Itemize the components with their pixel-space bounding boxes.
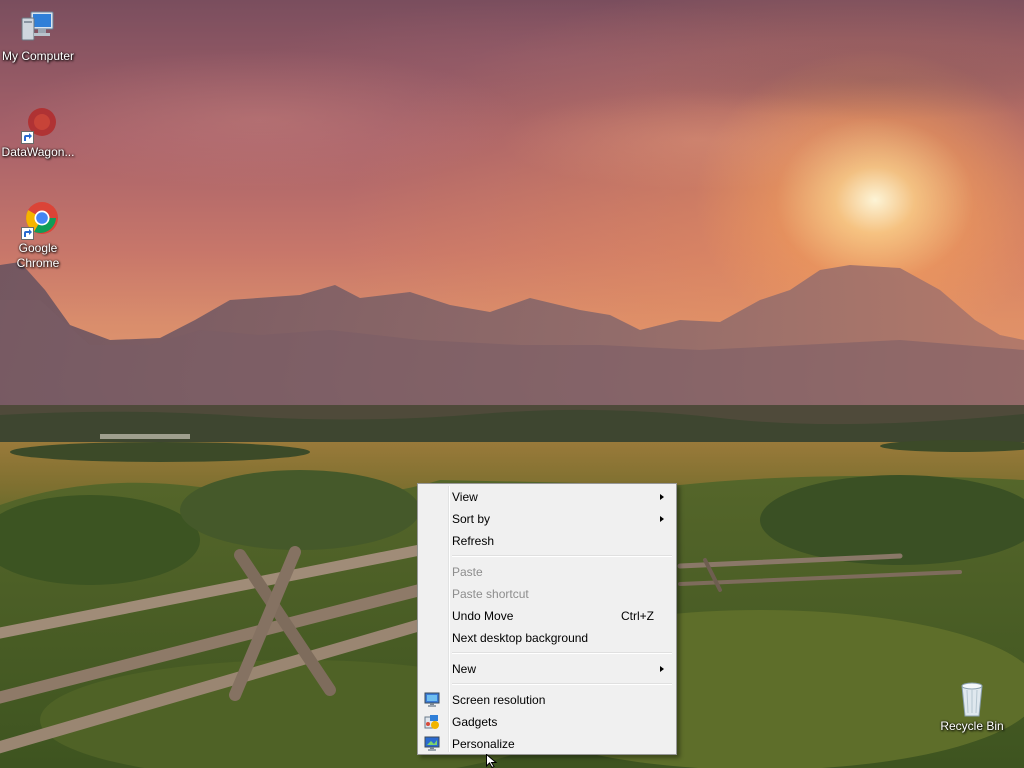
desktop-icon-label: DataWagon... bbox=[1, 145, 75, 159]
menu-item-sort-by[interactable]: Sort by bbox=[420, 508, 674, 530]
menu-item-personalize[interactable]: Personalize bbox=[420, 733, 674, 755]
menu-item-undo-move[interactable]: Undo Move Ctrl+Z bbox=[420, 605, 674, 627]
menu-item-screen-resolution[interactable]: Screen resolution bbox=[420, 689, 674, 711]
submenu-arrow-icon bbox=[660, 666, 664, 672]
screen-resolution-icon bbox=[424, 692, 440, 708]
datawagon-shortcut-icon bbox=[18, 104, 58, 144]
desktop-context-menu: View Sort by Refresh Paste Paste shortcu… bbox=[417, 483, 677, 755]
submenu-arrow-icon bbox=[660, 494, 664, 500]
desktop-icon-google-chrome[interactable]: Google Chrome bbox=[0, 200, 76, 271]
computer-icon bbox=[18, 8, 58, 48]
gadgets-icon bbox=[424, 714, 440, 730]
menu-item-new[interactable]: New bbox=[420, 658, 674, 680]
desktop-icon-label: My Computer bbox=[1, 49, 75, 63]
menu-item-next-desktop-background[interactable]: Next desktop background bbox=[420, 627, 674, 649]
desktop-icon-label: Google Chrome bbox=[16, 241, 60, 270]
menu-separator bbox=[452, 652, 672, 654]
desktop-icon-label: Recycle Bin bbox=[940, 719, 1004, 733]
menu-separator bbox=[452, 683, 672, 685]
menu-separator bbox=[452, 555, 672, 557]
menu-item-label: New bbox=[452, 662, 477, 676]
menu-item-label: Personalize bbox=[452, 737, 515, 751]
menu-item-label: Paste shortcut bbox=[452, 587, 529, 601]
menu-item-label: Paste bbox=[452, 565, 483, 579]
menu-item-label: Refresh bbox=[452, 534, 495, 548]
shortcut-arrow-icon bbox=[21, 131, 34, 144]
menu-item-label: Undo Move bbox=[452, 609, 514, 623]
menu-item-refresh[interactable]: Refresh bbox=[420, 530, 674, 552]
chrome-icon bbox=[18, 200, 58, 240]
menu-item-label: Screen resolution bbox=[452, 693, 546, 707]
personalize-icon bbox=[424, 736, 440, 752]
desktop-icon-my-computer[interactable]: My Computer bbox=[0, 8, 76, 64]
menu-item-shortcut: Ctrl+Z bbox=[621, 609, 654, 623]
desktop[interactable]: My Computer DataWagon... Google Chrome R… bbox=[0, 0, 1024, 768]
menu-item-gadgets[interactable]: Gadgets bbox=[420, 711, 674, 733]
shortcut-arrow-icon bbox=[21, 227, 34, 240]
menu-item-paste-shortcut[interactable]: Paste shortcut bbox=[420, 583, 674, 605]
menu-item-label: Next desktop background bbox=[452, 631, 589, 645]
menu-item-label: Gadgets bbox=[452, 715, 498, 729]
menu-item-view[interactable]: View bbox=[420, 486, 674, 508]
menu-item-paste[interactable]: Paste bbox=[420, 561, 674, 583]
recycle-bin-icon bbox=[952, 678, 992, 718]
desktop-icon-recycle-bin[interactable]: Recycle Bin bbox=[934, 678, 1010, 734]
submenu-arrow-icon bbox=[660, 516, 664, 522]
menu-item-label: Sort by bbox=[452, 512, 491, 526]
mouse-cursor-icon bbox=[486, 754, 498, 768]
menu-item-label: View bbox=[452, 490, 478, 504]
desktop-icon-datawagon[interactable]: DataWagon... bbox=[0, 104, 76, 160]
